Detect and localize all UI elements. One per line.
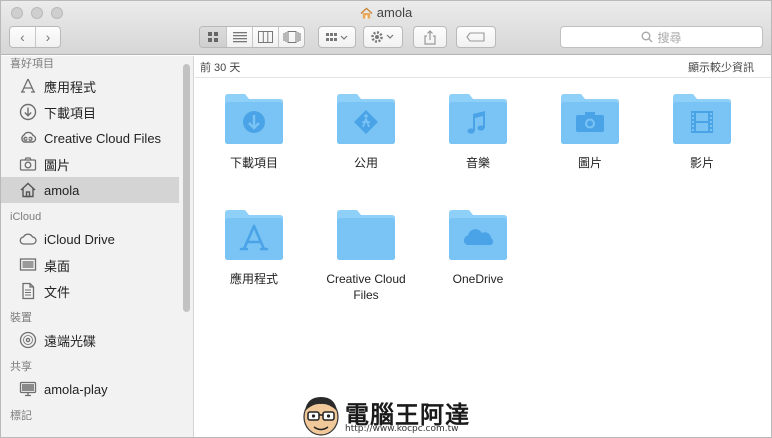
folder-public[interactable]: 公用 [310, 91, 422, 171]
home-icon [20, 182, 36, 198]
sidebar-item-amola-play[interactable]: amola-play [1, 376, 179, 402]
sidebar-item-pictures[interactable]: 圖片 [1, 151, 179, 177]
cloud-icon [19, 233, 37, 245]
sidebar-scrollbar[interactable] [183, 64, 190, 312]
folder-label: 下載項目 [229, 156, 278, 170]
search-input[interactable]: 搜尋 [560, 26, 763, 48]
folder-pictures[interactable]: 圖片 [534, 91, 646, 171]
sidebar-item-label: amola-play [44, 381, 108, 397]
arrange-button[interactable] [318, 26, 356, 48]
sidebar-item-home[interactable]: amola [1, 177, 179, 203]
tag-icon [466, 32, 485, 42]
sidebar-section-icloud: iCloud [10, 211, 42, 223]
window-title-text: amola [376, 5, 413, 20]
sidebar-item-applications[interactable]: 應用程式 [1, 73, 179, 99]
sidebar: 喜好項目 應用程式 下載項目 Creative Cloud Files 圖片 a… [1, 56, 194, 437]
sidebar-item-creative-cloud[interactable]: Creative Cloud Files [1, 125, 179, 151]
folder-music[interactable]: 音樂 [422, 91, 534, 171]
sidebar-section-devices: 裝置 [10, 312, 32, 324]
folder-label: 應用程式 [229, 272, 278, 286]
show-less-link[interactable]: 顯示較少資訊 [688, 59, 754, 75]
sidebar-item-documents[interactable]: 文件 [1, 278, 179, 304]
sidebar-item-label: 遠端光碟 [44, 333, 97, 349]
sidebar-section-shared: 共享 [10, 361, 32, 373]
sidebar-item-desktop[interactable]: 桌面 [1, 252, 179, 278]
folder-icon [225, 210, 283, 260]
window-title: amola [1, 5, 771, 20]
list-view-icon [232, 32, 247, 43]
sidebar-item-label: amola [44, 182, 80, 198]
folder-icon [673, 94, 731, 144]
action-button[interactable] [363, 26, 403, 48]
download-icon [243, 111, 265, 133]
sidebar-item-icloud-drive[interactable]: iCloud Drive [1, 226, 179, 252]
camera-icon [576, 112, 604, 132]
folder-label: 影片 [689, 156, 714, 170]
arrange-icon [326, 33, 348, 41]
document-icon [22, 282, 35, 300]
sidebar-item-downloads[interactable]: 下載項目 [1, 99, 179, 125]
group-header: 前 30 天 顯示較少資訊 [195, 56, 771, 78]
icon-view-button[interactable] [200, 27, 226, 47]
creative-cloud-icon [21, 131, 37, 143]
folder-onedrive[interactable]: OneDrive [422, 207, 534, 287]
back-button[interactable]: ‹ [10, 27, 35, 47]
sidebar-item-label: iCloud Drive [44, 231, 115, 247]
tags-button[interactable] [456, 26, 496, 48]
view-switcher [199, 26, 305, 48]
folder-icon [561, 94, 619, 144]
sidebar-item-label: 桌面 [44, 258, 71, 274]
toolbar: amola ‹ › 搜尋 [1, 1, 771, 55]
share-icon [424, 29, 436, 45]
watermark: 電腦王阿達 http://www.kocpc.com.tw [299, 391, 479, 437]
sidebar-item-label: 文件 [44, 284, 71, 300]
sidebar-item-label: Creative Cloud Files [44, 130, 162, 146]
forward-button[interactable]: › [35, 27, 60, 47]
search-icon [641, 31, 653, 43]
apps-icon [21, 78, 35, 93]
folder-icon [337, 210, 395, 260]
sidebar-section-tags: 標記 [10, 410, 32, 422]
folder-label: OneDrive [452, 272, 504, 286]
folder-label: Creative Cloud Files [326, 272, 406, 302]
navigation-buttons: ‹ › [9, 26, 61, 48]
download-icon [19, 103, 37, 121]
desktop-icon [19, 258, 37, 271]
column-view-icon [258, 31, 273, 43]
column-view-button[interactable] [252, 27, 278, 47]
folder-applications[interactable]: 應用程式 [198, 207, 310, 287]
camera-icon [19, 157, 37, 171]
sidebar-item-label: 圖片 [44, 157, 71, 173]
finder-window: amola ‹ › 搜尋 喜好項目 應用程式 下載項目 Creative Clo… [0, 0, 772, 438]
folder-downloads[interactable]: 下載項目 [198, 91, 310, 171]
sidebar-item-label: 應用程式 [44, 79, 97, 95]
folder-icon [337, 94, 395, 144]
gear-icon [371, 31, 394, 43]
folder-creative-cloud-files[interactable]: Creative Cloud Files [310, 207, 422, 303]
sidebar-section-favorites: 喜好項目 [10, 58, 54, 70]
list-view-button[interactable] [226, 27, 252, 47]
sidebar-item-remote-disc[interactable]: 遠端光碟 [1, 327, 179, 353]
sidebar-item-label: 下載項目 [44, 105, 97, 121]
home-icon [360, 6, 373, 19]
share-button[interactable] [413, 26, 447, 48]
folder-movies[interactable]: 影片 [646, 91, 758, 171]
folder-label: 公用 [353, 156, 378, 170]
folder-label: 圖片 [577, 156, 602, 170]
icon-view-icon [208, 32, 218, 42]
folder-icon [449, 210, 507, 260]
group-title: 前 30 天 [200, 61, 241, 74]
film-icon [691, 111, 713, 133]
monitor-icon [19, 381, 37, 397]
search-placeholder: 搜尋 [657, 30, 682, 45]
mascot-face-icon [303, 397, 339, 436]
cover-flow-button[interactable] [278, 27, 304, 47]
cover-flow-icon [283, 31, 300, 43]
file-browser: 前 30 天 顯示較少資訊 下載項目 公用 音樂 圖片 影片 應用程式 Crea… [195, 56, 771, 437]
disc-icon [19, 331, 37, 349]
folder-icon [449, 94, 507, 144]
folder-icon [225, 94, 283, 144]
watermark-url: http://www.kocpc.com.tw [345, 424, 459, 434]
folder-label: 音樂 [465, 156, 490, 170]
